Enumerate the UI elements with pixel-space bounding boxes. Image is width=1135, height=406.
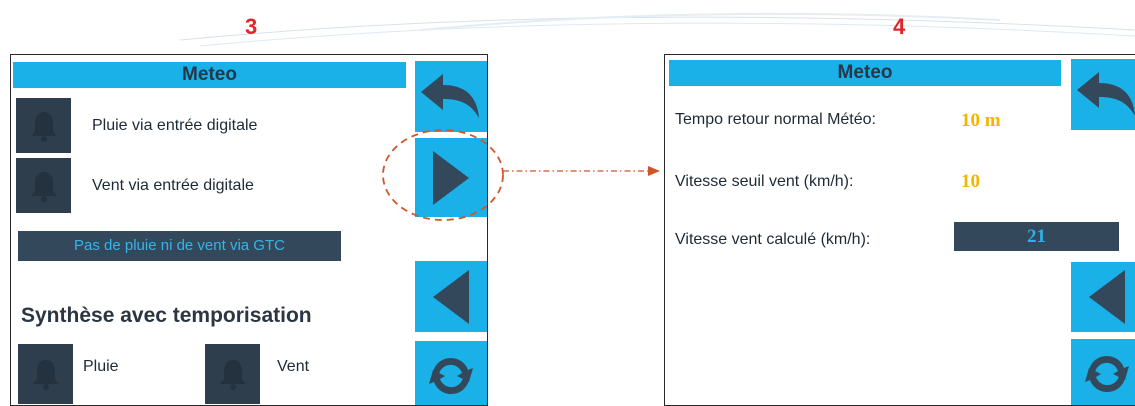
play-icon <box>433 150 469 205</box>
back-button[interactable] <box>1071 59 1135 130</box>
rain-synthesis-label: Pluie <box>83 358 119 375</box>
step-number-3: 3 <box>245 14 258 39</box>
gtc-status-bar: Pas de pluie ni de vent via GTC <box>18 231 341 261</box>
meteo-screen-4: Meteo Tempo retour normal Météo: 10 m Vi… <box>664 54 1135 406</box>
rain-synthesis-indicator <box>18 344 73 404</box>
wind-threshold-label: Vitesse seuil vent (km/h): <box>675 173 854 190</box>
wind-threshold-value: 10 <box>961 171 980 192</box>
screen-title: Meteo <box>13 62 406 88</box>
previous-page-button[interactable] <box>415 261 487 332</box>
triangle-left-icon <box>1089 270 1125 324</box>
refresh-button[interactable] <box>1071 339 1135 405</box>
refresh-button[interactable] <box>415 341 487 405</box>
back-arrow-icon <box>1077 71 1135 116</box>
tempo-return-label: Tempo retour normal Météo: <box>675 111 876 128</box>
bell-icon <box>30 171 57 202</box>
synthesis-heading: Synthèse avec temporisation <box>21 304 312 327</box>
bell-icon <box>30 111 57 142</box>
screen-title: Meteo <box>669 60 1061 86</box>
connector-arrowhead <box>648 166 660 176</box>
meteo-screen-3: Meteo Pluie via entrée digitale Vent via… <box>10 54 488 406</box>
back-arrow-icon <box>421 73 479 118</box>
bell-icon <box>32 360 59 390</box>
wind-calculated-value: 21 <box>954 222 1119 251</box>
wind-synthesis-label: Vent <box>277 358 310 375</box>
triangle-left-icon <box>433 269 469 324</box>
tempo-return-value: 10 m <box>961 110 1001 131</box>
wind-digital-alarm-indicator <box>16 158 71 213</box>
previous-page-button[interactable] <box>1071 262 1135 332</box>
refresh-icon <box>429 357 473 395</box>
wind-calculated-label: Vitesse vent calculé (km/h): <box>675 231 871 248</box>
back-button[interactable] <box>415 61 487 132</box>
wind-digital-label: Vent via entrée digitale <box>92 177 254 194</box>
rain-digital-label: Pluie via entrée digitale <box>92 117 258 134</box>
wind-synthesis-indicator <box>205 344 260 404</box>
next-page-button[interactable] <box>415 138 487 217</box>
refresh-icon <box>1085 355 1129 393</box>
rain-digital-alarm-indicator <box>16 98 71 153</box>
bell-icon <box>219 360 246 390</box>
step-number-4: 4 <box>893 14 906 39</box>
